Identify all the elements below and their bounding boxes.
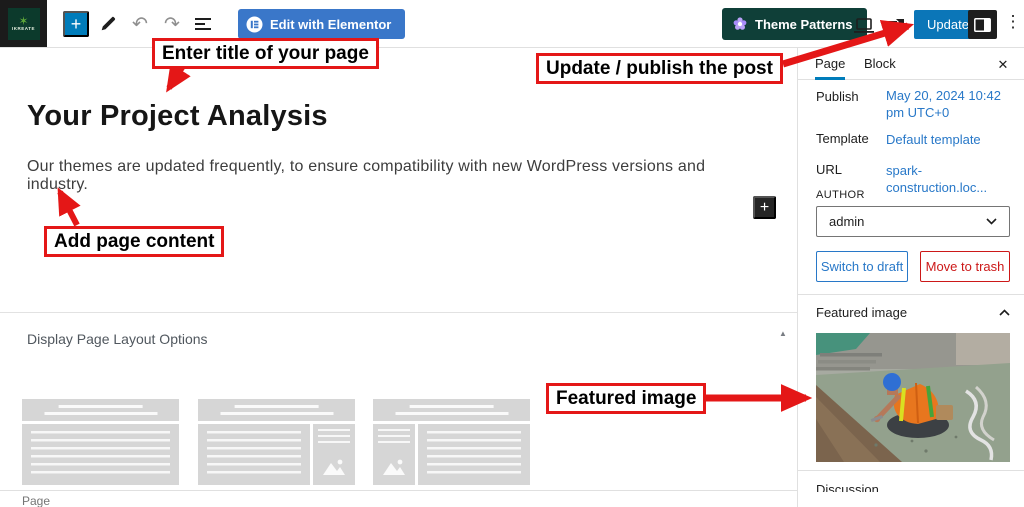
document-overview-icon[interactable] [192,12,216,36]
theme-patterns-label: Theme Patterns [755,17,853,32]
thumb-line [234,405,319,408]
panel-collapse-icon[interactable]: ▲ [779,329,787,338]
layout-thumb-sidebar [373,424,415,485]
url-label: URL [816,162,842,177]
layout-panel-title: Display Page Layout Options [27,331,208,347]
options-kebab-icon[interactable]: ⋮ [1004,12,1022,36]
author-select-value: admin [829,214,864,229]
layout-thumb-sidebar [313,424,355,485]
move-to-trash-button[interactable]: Move to trash [920,251,1010,282]
annotation-featured-image: Featured image [546,383,706,414]
site-logo-button[interactable]: ✶ IKREATE [0,0,47,47]
thumb-line [58,405,143,408]
wordpress-editor-screen: ✶ IKREATE + ↶ ↷ Edit with Elementor Them… [0,0,1024,507]
redo-icon[interactable]: ↷ [160,12,184,36]
chevron-down-icon [986,218,997,225]
template-link[interactable]: Default template [886,131,1016,148]
elementor-icon [246,16,263,33]
layout-thumb-header [198,399,355,421]
tab-block[interactable]: Block [864,48,896,80]
close-sidebar-icon[interactable]: ✕ [994,56,1012,74]
annotation-add-content: Add page content [44,226,224,257]
site-logo: ✶ IKREATE [8,8,40,40]
tab-page[interactable]: Page [815,48,845,80]
edit-with-elementor-label: Edit with Elementor [270,17,391,32]
annotation-update-publish: Update / publish the post [536,53,783,84]
thumb-line [395,412,508,415]
layout-thumb-content [22,424,179,485]
image-placeholder-icon [378,449,410,485]
layout-card-full-width[interactable] [22,399,179,485]
chevron-up-icon [999,309,1010,316]
divider [798,294,1024,295]
template-label: Template [816,131,869,146]
add-block-button[interactable]: + [753,196,776,219]
document-breadcrumb-bar: Page [0,490,797,507]
thumb-line [409,405,494,408]
external-preview-icon[interactable] [884,14,908,38]
featured-image[interactable] [816,333,1010,462]
settings-sidebar: Page Block ✕ Publish May 20, 2024 10:42 … [797,48,1024,507]
publish-label: Publish [816,89,859,104]
post-title[interactable]: Your Project Analysis [27,100,328,133]
breadcrumb[interactable]: Page [22,494,50,507]
layout-card-right-sidebar[interactable] [198,399,355,485]
featured-image-panel-header[interactable]: Featured image [816,305,1010,320]
settings-panel-toggle-button[interactable] [968,10,997,39]
theme-patterns-button[interactable]: Theme Patterns [722,8,867,40]
featured-image-title: Featured image [816,305,907,320]
layout-thumb-header [22,399,179,421]
edit-mode-pencil-icon[interactable] [96,12,120,36]
layout-thumb-header [373,399,530,421]
divider [798,470,1024,471]
discussion-panel-header[interactable]: Discussion [816,482,879,492]
url-link[interactable]: spark-construction.loc... [886,162,1016,196]
sidebar-panel-icon [974,18,991,32]
publish-date-link[interactable]: May 20, 2024 10:42 pm UTC+0 [886,87,1016,121]
layout-card-left-sidebar[interactable] [373,399,530,485]
logo-star-icon: ✶ [18,16,28,26]
view-preview-icon[interactable] [852,14,876,38]
logo-text: IKREATE [12,26,35,31]
layout-thumb-content [418,424,530,485]
thumb-line [220,412,333,415]
undo-icon[interactable]: ↶ [128,12,152,36]
layout-thumb-content [198,424,310,485]
thumb-line [44,412,157,415]
annotation-enter-title: Enter title of your page [152,38,379,69]
editor-canvas: Your Project Analysis Our themes are upd… [0,48,797,490]
block-inserter-toggle-button[interactable]: + [63,11,89,37]
switch-to-draft-button[interactable]: Switch to draft [816,251,908,282]
edit-with-elementor-button[interactable]: Edit with Elementor [238,9,405,39]
post-paragraph[interactable]: Our themes are updated frequently, to en… [27,158,767,194]
flower-icon [732,16,748,32]
sidebar-tabs: Page Block ✕ [798,48,1024,80]
author-select[interactable]: admin [816,206,1010,237]
image-placeholder-icon [318,449,350,485]
author-label: AUTHOR [816,189,865,201]
